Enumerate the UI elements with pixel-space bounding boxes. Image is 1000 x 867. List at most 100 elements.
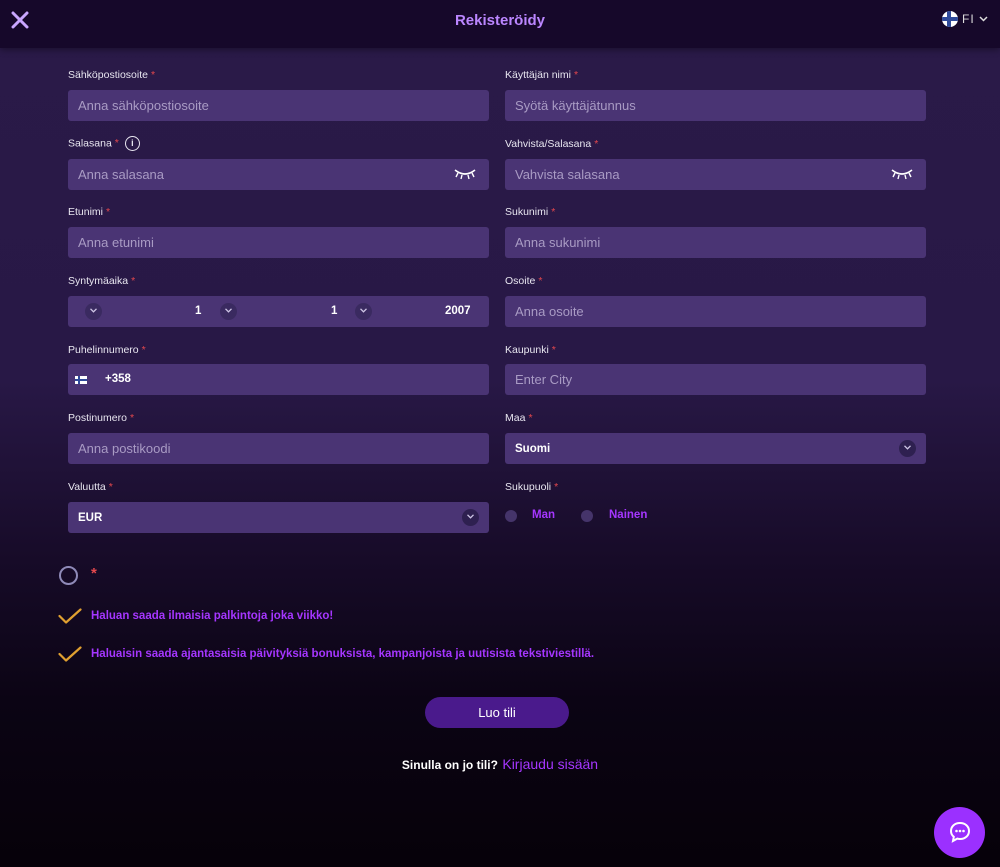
chevron-down-icon bbox=[225, 308, 232, 313]
phone-field[interactable]: +358 bbox=[68, 364, 489, 395]
country-label-text: Maa bbox=[505, 412, 526, 424]
last-name-field[interactable]: Anna sukunimi bbox=[505, 227, 926, 258]
phone-label-text: Puhelinnumero bbox=[68, 344, 139, 356]
birth-year-value: 2007 bbox=[445, 305, 471, 317]
currency-select[interactable]: EUR bbox=[68, 502, 489, 533]
required-mark: * bbox=[106, 206, 111, 218]
required-mark: * bbox=[150, 69, 156, 81]
birthdate-label: Syntymäaika * bbox=[68, 275, 135, 287]
login-prompt: Sinulla on jo tili? Kirjaudu sisään bbox=[0, 756, 1000, 774]
city-label-text: Kaupunki bbox=[505, 344, 549, 356]
gender-label-man[interactable]: Man bbox=[532, 509, 555, 521]
username-label: Käyttäjän nimi * bbox=[505, 69, 578, 81]
password-label: Salasana * i bbox=[68, 136, 140, 151]
required-mark: * bbox=[594, 138, 599, 150]
login-link[interactable]: Kirjaudu sisään bbox=[502, 756, 598, 772]
check-icon[interactable] bbox=[58, 608, 82, 625]
required-mark: * bbox=[538, 275, 543, 287]
year-dropdown[interactable] bbox=[355, 303, 372, 320]
sms-updates-label[interactable]: Haluaisin saada ajantasaisia päivityksiä… bbox=[91, 648, 594, 660]
chat-button[interactable] bbox=[934, 807, 985, 858]
city-label: Kaupunki * bbox=[505, 344, 556, 356]
last-name-label-text: Sukunimi bbox=[505, 206, 549, 218]
day-dropdown[interactable] bbox=[85, 303, 102, 320]
chat-bubble-icon bbox=[949, 821, 970, 843]
required-mark: * bbox=[551, 206, 556, 218]
username-label-text: Käyttäjän nimi bbox=[505, 69, 571, 81]
first-name-label: Etunimi * bbox=[68, 206, 110, 218]
password-field[interactable]: Anna salasana bbox=[68, 159, 489, 190]
birth-month-value: 1 bbox=[331, 305, 338, 317]
phone-prefix: +358 bbox=[105, 373, 131, 385]
country-value: Suomi bbox=[515, 442, 551, 455]
first-name-placeholder: Anna etunimi bbox=[78, 235, 154, 250]
confirm-password-field[interactable]: Vahvista salasana bbox=[505, 159, 926, 190]
required-mark: * bbox=[108, 481, 113, 493]
chevron-down-icon bbox=[90, 308, 97, 313]
last-name-label: Sukunimi * bbox=[505, 206, 555, 218]
postal-code-placeholder: Anna postikoodi bbox=[78, 441, 171, 456]
gender-label-text: Sukupuoli bbox=[505, 481, 552, 493]
city-field[interactable]: Enter City bbox=[505, 364, 926, 395]
username-field[interactable]: Syötä käyttäjätunnus bbox=[505, 90, 926, 121]
language-code: FI bbox=[962, 12, 975, 26]
language-selector[interactable]: FI bbox=[942, 11, 988, 27]
last-name-placeholder: Anna sukunimi bbox=[515, 235, 601, 250]
currency-dropdown-toggle[interactable] bbox=[462, 509, 479, 526]
chevron-down-icon bbox=[979, 16, 988, 22]
check-icon[interactable] bbox=[58, 646, 82, 663]
chevron-down-icon bbox=[904, 445, 911, 450]
currency-value: EUR bbox=[78, 511, 103, 524]
chevron-down-icon bbox=[467, 514, 474, 519]
eye-closed-icon[interactable] bbox=[453, 168, 477, 180]
finland-flag-icon bbox=[942, 11, 958, 27]
email-field[interactable]: Anna sähköpostiosoite bbox=[68, 90, 489, 121]
email-placeholder: Anna sähköpostiosoite bbox=[78, 98, 209, 113]
email-label-text: Sähköpostiosoite bbox=[68, 69, 148, 81]
confirm-password-label-text: Vahvista/Salasana bbox=[505, 138, 592, 150]
required-mark: * bbox=[573, 69, 579, 81]
terms-radio[interactable] bbox=[59, 566, 78, 585]
required-mark: * bbox=[114, 137, 119, 150]
gender-radio-man[interactable] bbox=[505, 510, 517, 522]
country-label: Maa * bbox=[505, 412, 533, 424]
month-dropdown[interactable] bbox=[220, 303, 237, 320]
birthdate-field: 1 1 2007 bbox=[68, 296, 489, 327]
weekly-rewards-label[interactable]: Haluan saada ilmaisia palkintoja joka vi… bbox=[91, 610, 333, 622]
password-label-text: Salasana bbox=[68, 137, 112, 150]
birth-day-value: 1 bbox=[195, 305, 202, 317]
postal-code-label: Postinumero * bbox=[68, 412, 134, 424]
required-mark: * bbox=[141, 344, 146, 356]
create-account-button[interactable]: Luo tili bbox=[425, 697, 569, 728]
email-label: Sähköpostiosoite * bbox=[68, 69, 155, 81]
first-name-field[interactable]: Anna etunimi bbox=[68, 227, 489, 258]
currency-label: Valuutta * bbox=[68, 481, 113, 493]
top-bar: Rekisteröidy FI bbox=[0, 0, 1000, 48]
confirm-password-label: Vahvista/Salasana * bbox=[505, 138, 598, 150]
address-placeholder: Anna osoite bbox=[515, 304, 584, 319]
address-label-text: Osoite bbox=[505, 275, 536, 287]
gender-label-nainen[interactable]: Nainen bbox=[609, 509, 647, 521]
required-mark: * bbox=[528, 412, 533, 424]
chevron-down-icon bbox=[360, 308, 367, 313]
required-mark: * bbox=[131, 275, 136, 287]
postal-code-label-text: Postinumero bbox=[68, 412, 127, 424]
address-field[interactable]: Anna osoite bbox=[505, 296, 926, 327]
currency-label-text: Valuutta bbox=[68, 481, 106, 493]
required-mark: * bbox=[554, 481, 559, 493]
have-account-text: Sinulla on jo tili? bbox=[401, 758, 498, 772]
required-mark: * bbox=[551, 344, 556, 356]
country-select[interactable]: Suomi bbox=[505, 433, 926, 464]
country-dropdown-toggle[interactable] bbox=[899, 440, 916, 457]
postal-code-field[interactable]: Anna postikoodi bbox=[68, 433, 489, 464]
terms-required-mark: * bbox=[91, 565, 97, 582]
phone-label: Puhelinnumero * bbox=[68, 344, 146, 356]
gender-radio-nainen[interactable] bbox=[581, 510, 593, 522]
address-label: Osoite * bbox=[505, 275, 542, 287]
info-icon[interactable]: i bbox=[124, 136, 140, 151]
gender-label: Sukupuoli * bbox=[505, 481, 558, 493]
required-mark: * bbox=[129, 412, 135, 424]
eye-closed-icon[interactable] bbox=[890, 168, 914, 180]
finland-flag-icon[interactable] bbox=[75, 376, 87, 384]
city-placeholder: Enter City bbox=[515, 372, 573, 387]
